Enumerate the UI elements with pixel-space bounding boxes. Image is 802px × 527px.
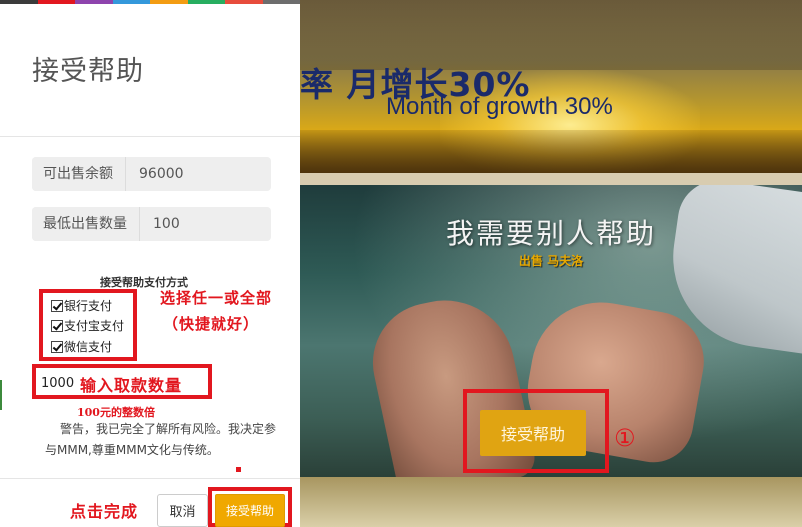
payment-option-wechat[interactable]: 微信支付	[51, 338, 112, 356]
banner-headline-en: Month of growth 30%	[386, 93, 613, 120]
annotation-select-any: 选择任一或全部	[160, 289, 273, 307]
bottom-strip	[300, 477, 802, 527]
annotation-dot	[236, 467, 241, 472]
modal-title: 接受帮助	[32, 56, 144, 87]
growth-banner: 率 月增长30% Month of growth 30%	[300, 0, 802, 173]
checkbox-checked-icon[interactable]	[51, 341, 63, 353]
available-balance-label: 可出售余额	[32, 157, 126, 191]
payment-option-label: 微信支付	[64, 340, 113, 354]
banner-divider	[300, 173, 802, 185]
payment-option-label: 支付宝支付	[64, 319, 125, 333]
banner-field	[300, 130, 802, 173]
annotation-box-hero-button	[463, 389, 609, 473]
payment-option-alipay[interactable]: 支付宝支付	[51, 317, 124, 335]
left-edge-marker	[0, 380, 2, 410]
modal-header: 接受帮助	[0, 4, 300, 137]
bottom-strip-shade	[300, 477, 802, 527]
annotation-step-marker: ①	[614, 424, 636, 452]
accept-help-modal: 接受帮助 可出售余额 96000 最低出售数量 100 接受帮助支付方式 银行支…	[0, 0, 300, 527]
payment-option-bank[interactable]: 银行支付	[51, 297, 112, 315]
annotation-multiple-hint: 100元的整数倍	[77, 406, 155, 419]
hero-subtitle: 出售 马夫洛	[518, 254, 584, 268]
minimum-sell-label: 最低出售数量	[32, 207, 140, 241]
minimum-sell-value: 100	[153, 216, 180, 232]
checkbox-checked-icon[interactable]	[51, 300, 63, 312]
annotation-enter-amount: 输入取款数量	[80, 376, 183, 395]
checkbox-checked-icon[interactable]	[51, 320, 63, 332]
annotation-fast: （快捷就好）	[163, 315, 260, 333]
minimum-sell-field: 最低出售数量 100	[32, 207, 271, 241]
available-balance-field: 可出售余额 96000	[32, 157, 271, 191]
payment-option-label: 银行支付	[64, 299, 113, 313]
accept-help-button[interactable]: 接受帮助	[215, 494, 285, 527]
amount-input[interactable]	[41, 373, 77, 393]
cancel-button[interactable]: 取消	[157, 494, 208, 527]
hero-title: 我需要别人帮助	[445, 217, 656, 250]
available-balance-value: 96000	[139, 166, 184, 182]
annotation-click-done: 点击完成	[70, 502, 139, 521]
risk-warning-text: 警告，我已完全了解所有风险。我决定参与MMM,尊重MMM文化与传统。	[45, 422, 277, 457]
